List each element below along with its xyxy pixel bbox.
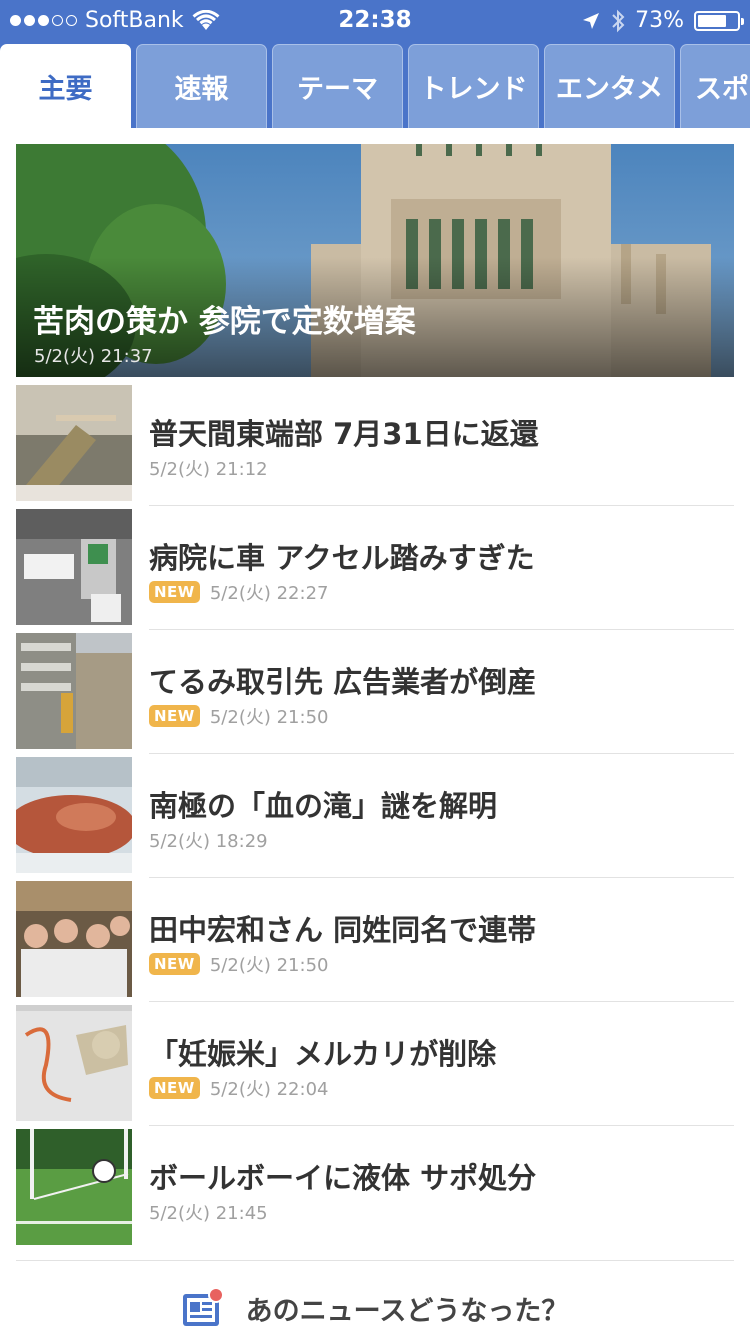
follow-up-news-link[interactable]: あのニュースどうなった？	[0, 1288, 750, 1328]
article-meta: 5/2(火) 21:45	[149, 1199, 268, 1225]
article-date: 5/2(火) 22:27	[209, 583, 329, 604]
article-thumbnail	[16, 509, 132, 625]
battery-percent: 73%	[635, 8, 684, 33]
status-bar: SoftBank 22:38 73%	[0, 0, 750, 42]
article-thumbnail	[16, 757, 132, 873]
list-item[interactable]: 南極の「血の滝」謎を解明 5/2(火) 18:29	[0, 757, 750, 881]
list-item[interactable]: ボールボーイに液体 サポ処分 5/2(火) 21:45	[0, 1129, 750, 1253]
article-date: 5/2(火) 21:12	[149, 459, 268, 480]
article-date: 5/2(火) 21:45	[149, 1203, 268, 1224]
tab-3[interactable]: トレンド	[408, 44, 539, 128]
divider	[149, 877, 734, 878]
category-tab-bar: 主要 速報 テーマ トレンドエンタメスポー	[0, 42, 750, 128]
tab-label: トレンド	[419, 74, 528, 105]
tab-label: 速報	[174, 74, 229, 105]
tab-label: スポー	[695, 74, 750, 105]
tab-label: エンタメ	[555, 74, 664, 105]
article-meta: 5/2(火) 18:29	[149, 827, 268, 853]
list-item[interactable]: 病院に車 アクセル踏みすぎた NEW 5/2(火) 22:27	[0, 509, 750, 633]
new-badge: NEW	[149, 1077, 200, 1099]
battery-icon	[694, 10, 744, 31]
article-title: 「妊娠米」メルカリが削除	[149, 1037, 497, 1071]
divider	[149, 505, 734, 506]
divider	[149, 753, 734, 754]
article-date: 5/2(火) 21:50	[209, 707, 329, 728]
tab-5[interactable]: スポー	[680, 44, 750, 128]
article-title: ボールボーイに液体 サポ処分	[149, 1161, 537, 1195]
article-date: 5/2(火) 22:04	[209, 1079, 329, 1100]
article-meta: 5/2(火) 21:12	[149, 455, 268, 481]
new-badge: NEW	[149, 581, 200, 603]
follow-up-news-label: あのニュースどうなった？	[245, 1295, 569, 1327]
divider	[16, 1260, 734, 1261]
tab-4[interactable]: エンタメ	[544, 44, 675, 128]
article-meta: NEW 5/2(火) 22:04	[149, 1075, 328, 1101]
new-badge: NEW	[149, 953, 200, 975]
article-thumbnail	[16, 633, 132, 749]
article-list: 普天間東端部 7月31日に返還 5/2(火) 21:12 病院に車 アクセル踏みすぎ…	[0, 385, 750, 1253]
divider	[149, 1125, 734, 1126]
hero-title: 苦肉の策か 参院で定数増案	[33, 304, 416, 340]
news-notification-icon	[182, 1288, 224, 1326]
article-title: 病院に車 アクセル踏みすぎた	[149, 541, 535, 575]
tab-0[interactable]: 主要	[0, 44, 131, 128]
article-title: 普天間東端部 7月31日に返還	[149, 417, 539, 451]
new-badge: NEW	[149, 705, 200, 727]
article-thumbnail	[16, 385, 132, 501]
tab-label: テーマ	[297, 74, 378, 105]
tab-2[interactable]: テーマ	[272, 44, 403, 128]
article-title: てるみ取引先 広告業者が倒産	[149, 665, 537, 699]
status-right: 73%	[581, 8, 744, 33]
hero-date: 5/2(火) 21:37	[34, 346, 153, 367]
article-date: 5/2(火) 21:50	[209, 955, 329, 976]
article-thumbnail	[16, 1129, 132, 1245]
list-item[interactable]: 普天間東端部 7月31日に返還 5/2(火) 21:12	[0, 385, 750, 509]
article-meta: NEW 5/2(火) 21:50	[149, 703, 328, 729]
location-arrow-icon	[583, 12, 600, 29]
divider	[149, 629, 734, 630]
divider	[149, 1001, 734, 1002]
list-item[interactable]: 田中宏和さん 同姓同名で連帯 NEW 5/2(火) 21:50	[0, 881, 750, 1005]
bluetooth-icon	[612, 9, 625, 32]
tab-label: 主要	[38, 74, 93, 105]
article-thumbnail	[16, 1005, 132, 1121]
list-item[interactable]: てるみ取引先 広告業者が倒産 NEW 5/2(火) 21:50	[0, 633, 750, 757]
article-title: 南極の「血の滝」謎を解明	[149, 789, 498, 823]
tab-1[interactable]: 速報	[136, 44, 267, 128]
article-title: 田中宏和さん 同姓同名で連帯	[149, 913, 537, 947]
hero-article[interactable]: 苦肉の策か 参院で定数増案 5/2(火) 21:37	[16, 144, 734, 377]
article-thumbnail	[16, 881, 132, 997]
article-date: 5/2(火) 18:29	[149, 831, 268, 852]
article-meta: NEW 5/2(火) 22:27	[149, 579, 328, 605]
list-item[interactable]: 「妊娠米」メルカリが削除 NEW 5/2(火) 22:04	[0, 1005, 750, 1129]
article-meta: NEW 5/2(火) 21:50	[149, 951, 328, 977]
